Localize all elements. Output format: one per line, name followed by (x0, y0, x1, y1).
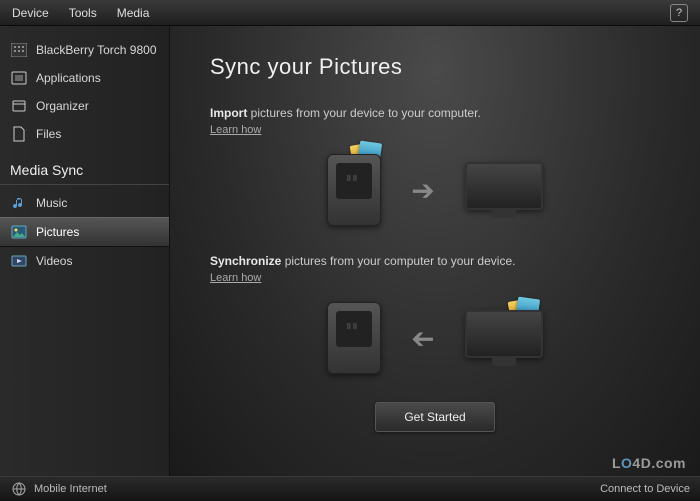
computer-icon (465, 310, 543, 366)
watermark: LO4D.com (612, 455, 686, 471)
arrow-right-icon: ➔ (411, 174, 434, 207)
import-description: Import pictures from your device to your… (210, 106, 660, 136)
menubar: Device Tools Media ? (0, 0, 700, 26)
page-title: Sync your Pictures (210, 54, 660, 80)
globe-icon (10, 480, 28, 498)
learn-how-import-link[interactable]: Learn how (210, 124, 261, 136)
learn-how-sync-link[interactable]: Learn how (210, 272, 261, 284)
menu-tools[interactable]: Tools (69, 6, 97, 20)
sidebar-item-label: BlackBerry Torch 9800 (36, 43, 157, 57)
sidebar-item-label: Pictures (36, 225, 79, 239)
statusbar: Mobile Internet Connect to Device (0, 476, 700, 501)
get-started-button[interactable]: Get Started (375, 402, 494, 432)
sync-description: Synchronize pictures from your computer … (210, 254, 660, 284)
sidebar-item-label: Files (36, 127, 61, 141)
connect-to-device-link[interactable]: Connect to Device (600, 483, 690, 495)
videos-icon (10, 252, 28, 270)
blackberry-icon (10, 41, 28, 59)
sidebar-item-applications[interactable]: Applications (0, 64, 169, 92)
arrow-left-icon: ➔ (411, 322, 434, 355)
device-icon: ⠿⠿ (327, 302, 381, 374)
sidebar-item-label: Applications (36, 71, 101, 85)
sidebar-item-videos[interactable]: Videos (0, 247, 169, 275)
music-icon (10, 194, 28, 212)
sidebar-item-organizer[interactable]: Organizer (0, 92, 169, 120)
sidebar-section-media-sync: Media Sync (0, 148, 169, 185)
import-diagram: ⠿⠿ ➔ (210, 154, 660, 226)
main-panel: Sync your Pictures Import pictures from … (170, 26, 700, 476)
sidebar: BlackBerry Torch 9800 Applications Organ… (0, 26, 170, 476)
menu-media[interactable]: Media (117, 6, 150, 20)
help-icon[interactable]: ? (670, 4, 688, 22)
sidebar-item-label: Organizer (36, 99, 89, 113)
sidebar-item-device[interactable]: BlackBerry Torch 9800 (0, 36, 169, 64)
files-icon (10, 125, 28, 143)
device-icon: ⠿⠿ (327, 154, 381, 226)
sync-diagram: ⠿⠿ ➔ (210, 302, 660, 374)
sidebar-item-pictures[interactable]: Pictures (0, 217, 169, 247)
organizer-icon (10, 97, 28, 115)
applications-icon (10, 69, 28, 87)
sidebar-item-files[interactable]: Files (0, 120, 169, 148)
menu-device[interactable]: Device (12, 6, 49, 20)
sidebar-item-label: Videos (36, 254, 72, 268)
sidebar-item-label: Music (36, 196, 67, 210)
sidebar-item-music[interactable]: Music (0, 189, 169, 217)
pictures-icon (10, 223, 28, 241)
computer-icon (465, 162, 543, 218)
mobile-internet-link[interactable]: Mobile Internet (34, 483, 107, 495)
